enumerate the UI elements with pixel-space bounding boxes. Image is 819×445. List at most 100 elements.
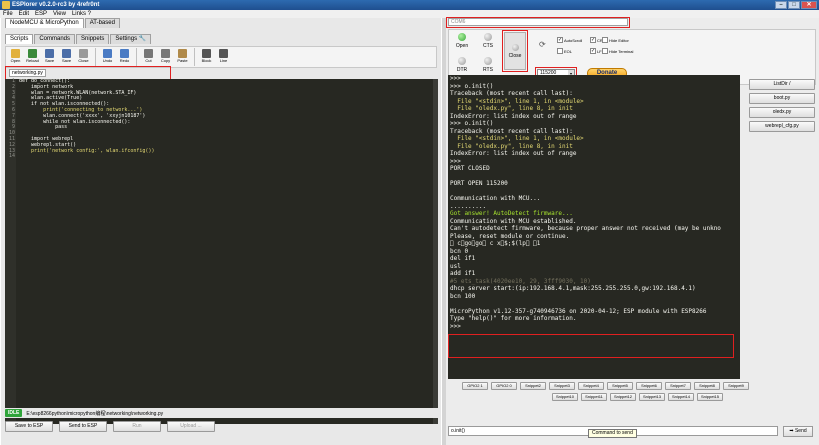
- menu-links[interactable]: Links ?: [72, 10, 91, 18]
- upload-button[interactable]: Upload ...: [167, 421, 215, 432]
- tab-snippets[interactable]: Snippets: [76, 34, 110, 44]
- folder-open-icon: [11, 49, 20, 58]
- tab-at-based[interactable]: AT-based: [84, 18, 120, 28]
- snippet-row-1: GPIO2 1 GPIO2 0 Snippet2 Snippet3 Snippet4 Sn…: [460, 382, 810, 390]
- save-icon: [45, 49, 54, 58]
- snippet-buttons: GPIO2 1 GPIO2 0 Snippet2 Snippet3 Snippet4 Sn…: [460, 382, 810, 404]
- toolbar-redo-button[interactable]: Redo: [117, 48, 132, 67]
- toolbar-paste-button[interactable]: Paste: [175, 48, 190, 67]
- toolbar-line-button[interactable]: Line: [216, 48, 231, 67]
- menu-esp[interactable]: ESP: [35, 10, 47, 18]
- editor-scrollbar[interactable]: [433, 79, 438, 424]
- eol-checkbox[interactable]: EOL: [557, 48, 572, 54]
- cts-button[interactable]: CTS: [477, 33, 499, 49]
- toolbar-copy-button[interactable]: Copy: [158, 48, 173, 67]
- tab-settings[interactable]: Settings 🔧: [110, 34, 152, 44]
- save-to-esp-button[interactable]: Save to ESP: [5, 421, 53, 432]
- snippet-button[interactable]: Snippet9: [723, 382, 749, 390]
- toolbar-reload-button[interactable]: Reload: [25, 48, 40, 67]
- snippet-button[interactable]: Snippet7: [665, 382, 691, 390]
- terminal-line: Got answer! AutoDetect firmware...: [450, 210, 573, 217]
- toolbar-save-all-button[interactable]: Save: [59, 48, 74, 67]
- terminal-line: Communication with MCU established.: [450, 217, 577, 225]
- lf-checkbox[interactable]: ✓ LF: [590, 48, 602, 54]
- open-label: Open: [455, 43, 469, 49]
- snippet-button[interactable]: Snippet3: [549, 382, 575, 390]
- snippet-button[interactable]: Snippet10: [552, 393, 578, 401]
- snippet-button[interactable]: Snippet11: [581, 393, 607, 401]
- file-button-boot[interactable]: boot.py: [749, 93, 815, 104]
- terminal-line: PORT OPEN 115200: [450, 180, 508, 187]
- snippet-button[interactable]: Snippet12: [610, 393, 636, 401]
- redo-icon: [120, 49, 129, 58]
- terminal-line: >>> o.init(): [450, 82, 494, 90]
- file-button-oledx[interactable]: oledx.py: [749, 107, 815, 118]
- menu-file[interactable]: File: [3, 10, 13, 18]
- lf-check-icon: ✓: [590, 48, 596, 54]
- toolbar-undo-button[interactable]: Undo: [100, 48, 115, 67]
- menu-edit[interactable]: Edit: [19, 10, 29, 18]
- maximize-button[interactable]: □: [788, 1, 800, 9]
- toolbar-cut-button[interactable]: Cut: [141, 48, 156, 67]
- run-button[interactable]: Run: [113, 421, 161, 432]
- hide-terminal-box-icon: [602, 48, 608, 54]
- code-editor[interactable]: 1 2 3 4 5 6 7 8 9 10 11 12 13 14 def do_connect(): im…: [5, 78, 438, 424]
- toolbar-label: Block: [201, 58, 212, 63]
- tab-commands[interactable]: Commands: [34, 34, 76, 44]
- rts-button[interactable]: RTS: [477, 57, 499, 73]
- menu-view[interactable]: View: [53, 10, 66, 18]
- terminal-line: #5 ets_task(4020ee10, 29, 3fff9030, 10): [450, 277, 591, 285]
- snippet-button[interactable]: Snippet14: [668, 393, 694, 401]
- terminal-line: Communication with MCU...: [450, 195, 541, 202]
- send-label: Send: [794, 428, 807, 434]
- toolbar-label: Cut: [145, 58, 152, 63]
- hide-editor-checkbox[interactable]: Hide Editor: [602, 37, 629, 43]
- snippet-button[interactable]: Snippet5: [607, 382, 633, 390]
- listdir-button[interactable]: ListDir /: [749, 79, 815, 90]
- toolbar-block-button[interactable]: Block: [199, 48, 214, 67]
- toolbar-folder-open-button[interactable]: Open: [8, 48, 23, 67]
- toolbar-save-button[interactable]: Save: [42, 48, 57, 67]
- send-to-esp-button[interactable]: Send to ESP: [59, 421, 107, 432]
- snippet-button[interactable]: Snippet6: [636, 382, 662, 390]
- snippet-button[interactable]: Snippet2: [520, 382, 546, 390]
- snippet-button[interactable]: GPIO2 0: [491, 382, 517, 390]
- cr-checkbox[interactable]: ✓ CR: [590, 37, 603, 43]
- code-text: def do_connect(): import network wlan = …: [19, 78, 154, 160]
- terminal-line: usl: [450, 262, 461, 270]
- snippet-button[interactable]: GPIO2 1: [462, 382, 488, 390]
- autoscroll-check-icon: ✓: [557, 37, 563, 43]
- eol-box-icon: [557, 48, 563, 54]
- refresh-icon[interactable]: ⟳: [539, 40, 546, 49]
- terminal-line: IndexError: list index out of range: [450, 112, 577, 120]
- close-highlight: [502, 30, 528, 72]
- editor-pane: NodeMCU & MicroPython AT-based Scripts C…: [1, 18, 441, 445]
- open-button[interactable]: Open: [451, 33, 473, 49]
- hide-terminal-checkbox[interactable]: Hide Terminal: [602, 48, 633, 54]
- terminal-line: File "oledx.py", line 8, in init: [450, 105, 573, 112]
- tab-settings-label: Settings: [115, 36, 138, 42]
- toolbar-label: Save: [61, 58, 72, 63]
- snippet-button[interactable]: Snippet4: [578, 382, 604, 390]
- minimize-button[interactable]: –: [775, 1, 787, 9]
- tab-scripts[interactable]: Scripts: [5, 34, 34, 44]
- dtr-button[interactable]: DTR: [451, 57, 473, 73]
- snippet-button[interactable]: Snippet15: [697, 393, 723, 401]
- file-button-webrepl-cfg[interactable]: webrepl_cfg.py: [749, 121, 815, 132]
- cts-label: CTS: [483, 43, 493, 49]
- terminal-line: bcn 100: [450, 292, 476, 300]
- autoscroll-checkbox[interactable]: ✓ AutoScroll: [557, 37, 582, 43]
- hide-editor-box-icon: [602, 37, 608, 43]
- terminal-line: File "<stdin>", line 1, in <module>: [450, 135, 584, 142]
- snippet-button[interactable]: Snippet13: [639, 393, 665, 401]
- tab-nodemcu-micropython[interactable]: NodeMCU & MicroPython: [5, 18, 84, 28]
- toolbar-close-doc-button[interactable]: Close: [76, 48, 91, 67]
- window-close-button[interactable]: ✕: [801, 1, 817, 9]
- snippet-button[interactable]: Snippet8: [694, 382, 720, 390]
- send-button[interactable]: ➡ Send: [783, 426, 813, 437]
- file-path: E:\esp8266python\micropython编程\networkin…: [26, 410, 164, 417]
- terminal-line: MicroPython v1.12-357-g740946736 on 2020…: [450, 307, 707, 315]
